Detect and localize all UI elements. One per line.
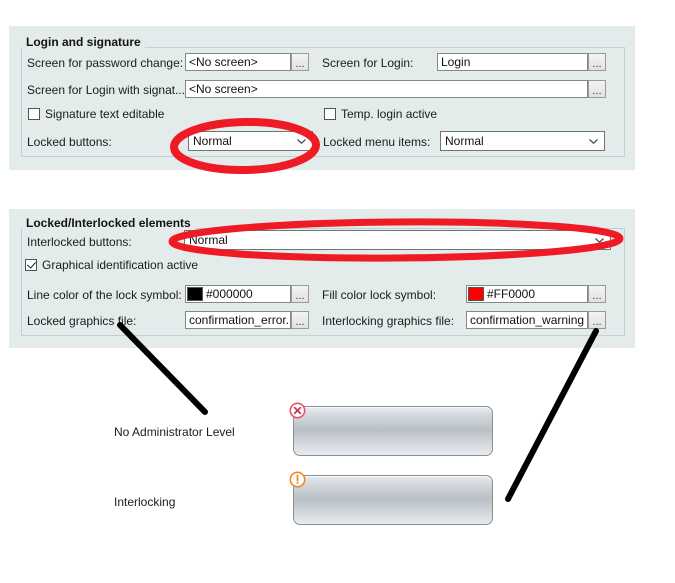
temp-login-active-checkbox-box[interactable] (324, 108, 336, 120)
label-locked-menu-items: Locked menu items: (323, 135, 431, 149)
locked-menu-items-combo-value: Normal (445, 134, 484, 148)
screen-for-password-change-field[interactable]: <No screen> (185, 53, 291, 71)
locked-buttons-combo[interactable]: Normal (188, 131, 313, 151)
locked-graphics-file-browse-button[interactable]: ... (291, 311, 309, 329)
preview-caption-no-administrator-level: No Administrator Level (114, 425, 235, 439)
screen-for-login-field[interactable]: Login (437, 53, 588, 71)
label-screen-for-login: Screen for Login: (322, 56, 414, 70)
chevron-down-icon (297, 139, 306, 144)
screen-for-login-with-signature-field[interactable]: <No screen> (185, 80, 588, 98)
annotation-pointer-interlocking-graphics (505, 328, 599, 502)
fill-color-browse-button[interactable]: ... (588, 285, 606, 303)
label-line-color-of-the-lock-symbol: Line color of the lock symbol: (27, 288, 182, 302)
interlocked-buttons-combo[interactable]: Normal (184, 230, 611, 250)
fill-color-swatch[interactable] (468, 287, 484, 301)
error-circle-x-icon (289, 402, 306, 419)
settings-screen: Login and signature Screen for password … (0, 0, 675, 583)
panel-locked-interlocked-elements-title: Locked/Interlocked elements (22, 216, 195, 230)
preview-interlocking[interactable] (289, 471, 493, 525)
graphical-identification-active-checkbox[interactable]: Graphical identification active (25, 258, 198, 272)
chevron-down-icon (595, 238, 604, 243)
warning-circle-exclamation-icon (289, 471, 306, 488)
preview-caption-interlocking: Interlocking (114, 495, 176, 509)
graphical-identification-active-checkbox-box[interactable] (25, 259, 37, 271)
locked-graphics-file-field[interactable]: confirmation_error. (185, 311, 291, 329)
screen-for-login-with-signature-browse-button[interactable]: ... (588, 80, 606, 98)
label-screen-for-login-with-signature: Screen for Login with signat... (27, 83, 186, 97)
signature-text-editable-label: Signature text editable (45, 107, 165, 121)
signature-text-editable-checkbox-box[interactable] (28, 108, 40, 120)
label-locked-graphics-file: Locked graphics file: (27, 314, 137, 328)
fill-color-value: #FF0000 (487, 287, 536, 301)
label-fill-color-lock-symbol: Fill color lock symbol: (322, 288, 437, 302)
line-color-value: #000000 (206, 287, 253, 301)
interlocking-graphics-file-browse-button[interactable]: ... (588, 311, 606, 329)
label-interlocked-buttons: Interlocked buttons: (27, 235, 132, 249)
temp-login-active-label: Temp. login active (341, 107, 438, 121)
line-color-swatch[interactable] (187, 287, 203, 301)
line-color-browse-button[interactable]: ... (291, 285, 309, 303)
interlocked-buttons-combo-value: Normal (189, 233, 228, 247)
label-locked-buttons: Locked buttons: (27, 135, 112, 149)
graphical-identification-active-label: Graphical identification active (42, 258, 199, 272)
label-interlocking-graphics-file: Interlocking graphics file: (322, 314, 455, 328)
interlocking-graphics-file-field[interactable]: confirmation_warning (466, 311, 588, 329)
fill-color-lock-symbol-field[interactable]: #FF0000 (466, 285, 588, 303)
panel-login-and-signature-title: Login and signature (22, 35, 145, 49)
chevron-down-icon (589, 139, 598, 144)
label-screen-for-password-change: Screen for password change: (27, 56, 184, 70)
temp-login-active-checkbox[interactable]: Temp. login active (324, 107, 437, 121)
screen-for-password-change-browse-button[interactable]: ... (291, 53, 309, 71)
locked-menu-items-combo[interactable]: Normal (440, 131, 605, 151)
preview-no-administrator-level[interactable] (289, 402, 493, 456)
signature-text-editable-checkbox[interactable]: Signature text editable (28, 107, 164, 121)
locked-buttons-combo-value: Normal (193, 134, 232, 148)
screen-for-login-browse-button[interactable]: ... (588, 53, 606, 71)
